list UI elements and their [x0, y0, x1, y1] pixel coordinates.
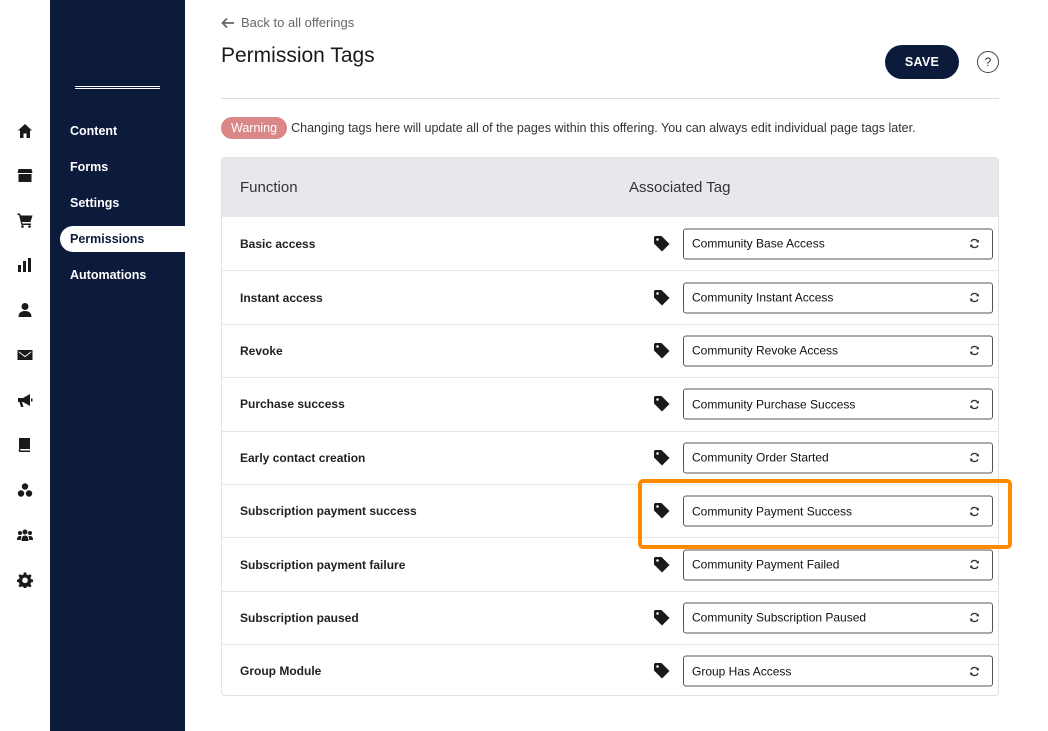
function-label: Instant access	[240, 290, 323, 305]
refresh-icon[interactable]	[969, 292, 980, 303]
circles-icon[interactable]	[16, 481, 34, 499]
refresh-icon[interactable]	[969, 345, 980, 356]
tag-select-value: Community Payment Success	[692, 504, 853, 519]
table-row: Group Module Group Has Access	[222, 644, 998, 695]
main-content: Back to all offerings Permission Tags SA…	[221, 0, 1012, 731]
tag-select[interactable]: Community Revoke Access	[683, 335, 993, 367]
function-label: Purchase success	[240, 397, 345, 412]
tag-select[interactable]: Group Has Access	[683, 655, 993, 687]
column-header-function: Function	[240, 179, 298, 196]
permission-tags-table: Function Associated Tag Basic access Com…	[221, 157, 999, 696]
subnav-item-settings[interactable]: Settings	[60, 190, 185, 216]
function-label: Basic access	[240, 236, 316, 251]
function-label: Revoke	[240, 343, 283, 358]
tag-select-value: Community Subscription Paused	[692, 610, 867, 625]
column-header-associated-tag: Associated Tag	[629, 179, 731, 196]
subnav-item-forms[interactable]: Forms	[60, 154, 185, 180]
tag-select[interactable]: Community Payment Failed	[683, 549, 993, 581]
tag-icon	[653, 502, 671, 520]
tag-select-value: Community Revoke Access	[692, 343, 839, 358]
chart-icon[interactable]	[16, 256, 34, 274]
home-icon[interactable]	[16, 122, 34, 140]
header-divider	[221, 98, 999, 99]
store-icon[interactable]	[16, 166, 34, 184]
tag-select-value: Community Base Access	[692, 236, 825, 251]
refresh-icon[interactable]	[969, 399, 980, 410]
page-title: Permission Tags	[221, 44, 375, 67]
refresh-icon[interactable]	[969, 506, 980, 517]
save-button[interactable]: SAVE	[885, 45, 959, 79]
table-row: Early contact creation Community Order S…	[222, 430, 998, 484]
icon-rail	[0, 0, 50, 731]
tag-icon	[653, 609, 671, 627]
warning-badge: Warning	[221, 117, 288, 139]
function-label: Subscription payment failure	[240, 557, 406, 572]
subnav-item-content[interactable]: Content	[60, 118, 185, 144]
tag-select[interactable]: Community Order Started	[683, 442, 993, 474]
refresh-icon[interactable]	[969, 612, 980, 623]
table-row: Subscription payment failure Community P…	[222, 537, 998, 590]
book-icon[interactable]	[16, 436, 34, 454]
back-link-label: Back to all offerings	[241, 15, 355, 30]
tag-select-value: Community Instant Access	[692, 290, 834, 305]
tag-icon	[653, 342, 671, 360]
help-button[interactable]: ?	[977, 51, 999, 73]
tag-icon	[653, 289, 671, 307]
tag-icon	[653, 235, 671, 253]
tag-icon	[653, 556, 671, 574]
table-row: Subscription paused Community Subscripti…	[222, 590, 998, 644]
subnav-item-permissions[interactable]: Permissions	[60, 226, 185, 252]
refresh-icon[interactable]	[969, 452, 980, 463]
person-icon[interactable]	[16, 301, 34, 319]
tag-icon	[653, 395, 671, 413]
tag-select[interactable]: Community Purchase Success	[683, 388, 993, 420]
offering-subnav: Content Forms Settings Permissions Autom…	[50, 0, 185, 731]
tag-select[interactable]: Community Subscription Paused	[683, 602, 993, 634]
tag-select-value: Community Payment Failed	[692, 557, 840, 572]
table-row: Purchase success Community Purchase Succ…	[222, 377, 998, 430]
warning-notice: Warning Changing tags here will update a…	[221, 117, 916, 139]
function-label: Early contact creation	[240, 450, 366, 465]
table-row: Basic access Community Base Access	[222, 217, 998, 270]
cart-icon[interactable]	[16, 211, 34, 229]
refresh-icon[interactable]	[969, 666, 980, 677]
subnav-divider	[75, 86, 160, 89]
table-row: Instant access Community Instant Access	[222, 270, 998, 323]
refresh-icon[interactable]	[969, 238, 980, 249]
subnav-item-automations[interactable]: Automations	[60, 262, 185, 288]
tag-select-value: Community Order Started	[692, 450, 829, 465]
megaphone-icon[interactable]	[16, 391, 34, 409]
table-body: Basic access Community Base Access Insta…	[222, 217, 998, 695]
mail-icon[interactable]	[16, 346, 34, 364]
table-row: Subscription payment success Community P…	[222, 483, 998, 537]
function-label: Subscription payment success	[240, 504, 417, 519]
function-label: Group Module	[240, 664, 322, 679]
tag-select[interactable]: Community Payment Success	[683, 495, 993, 527]
back-link[interactable]: Back to all offerings	[221, 15, 354, 30]
tag-select-value: Group Has Access	[692, 664, 792, 679]
table-header: Function Associated Tag	[222, 158, 998, 217]
tag-icon	[653, 662, 671, 680]
tag-select[interactable]: Community Base Access	[683, 228, 993, 260]
arrow-left-icon	[221, 17, 234, 28]
refresh-icon[interactable]	[969, 559, 980, 570]
table-row: Revoke Community Revoke Access	[222, 323, 998, 377]
warning-text: Changing tags here will update all of th…	[291, 121, 916, 135]
people-icon[interactable]	[16, 526, 34, 544]
tag-select[interactable]: Community Instant Access	[683, 282, 993, 314]
gear-icon[interactable]	[16, 571, 34, 589]
tag-icon	[653, 449, 671, 467]
function-label: Subscription paused	[240, 610, 359, 625]
tag-select-value: Community Purchase Success	[692, 397, 856, 412]
